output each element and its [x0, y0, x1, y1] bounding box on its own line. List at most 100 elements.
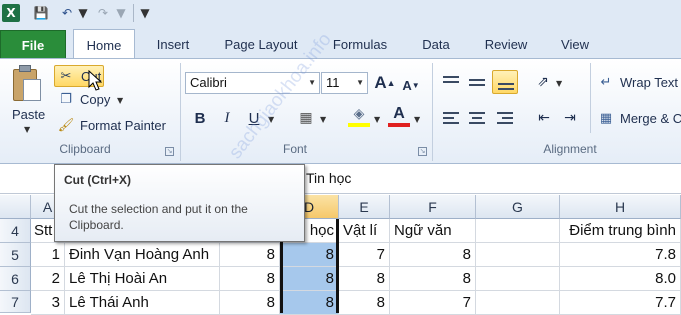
- borders-icon[interactable]: ▦: [296, 107, 316, 129]
- select-all-corner[interactable]: [0, 195, 31, 219]
- fill-color-icon[interactable]: ◈: [348, 105, 370, 127]
- wrap-text-icon[interactable]: ↵: [598, 74, 614, 90]
- formula-bar-value[interactable]: Tin học: [306, 170, 351, 186]
- excel-logo-icon[interactable]: X: [2, 4, 20, 22]
- cell-a7[interactable]: 3: [31, 291, 65, 315]
- cell-e6[interactable]: 8: [339, 267, 390, 291]
- cell-h4[interactable]: Điểm trung bình: [560, 219, 681, 243]
- paste-icon[interactable]: [11, 65, 43, 103]
- column-header-h[interactable]: H: [560, 195, 681, 219]
- align-left-icon[interactable]: [440, 107, 462, 129]
- cell-b6[interactable]: Lê Thị Hoài An: [65, 267, 220, 291]
- cell-f6[interactable]: 8: [390, 267, 476, 291]
- scissors-icon: ✂: [60, 68, 72, 84]
- font-size-select[interactable]: 11 ▼: [321, 72, 368, 94]
- customize-qat-icon[interactable]: ▼: [139, 4, 151, 22]
- qat-separator: [133, 4, 134, 22]
- copy-icon[interactable]: ❐: [58, 91, 74, 107]
- group-separator: [432, 63, 433, 161]
- cell-c6[interactable]: 8: [220, 267, 280, 291]
- bold-button[interactable]: B: [190, 107, 210, 129]
- cell-f5[interactable]: 8: [390, 243, 476, 267]
- increase-indent-icon[interactable]: ⇥: [560, 107, 580, 129]
- cell-g5[interactable]: [476, 243, 560, 267]
- group-separator: [590, 63, 591, 133]
- tab-view[interactable]: View: [552, 30, 598, 59]
- cell-b5[interactable]: Đinh Vạn Hoàng Anh: [65, 243, 220, 267]
- align-right-icon[interactable]: [494, 107, 516, 129]
- cell-e7[interactable]: 8: [339, 291, 390, 315]
- cell-g4[interactable]: [476, 219, 560, 243]
- cell-b7[interactable]: Lê Thái Anh: [65, 291, 220, 315]
- cell-a6[interactable]: 2: [31, 267, 65, 291]
- orientation-icon[interactable]: ⇗: [532, 71, 554, 93]
- tab-page-layout[interactable]: Page Layout: [216, 30, 306, 59]
- column-header-e[interactable]: E: [339, 195, 390, 219]
- undo-dropdown-icon[interactable]: ▼: [78, 4, 88, 22]
- font-name-dropdown-icon: ▼: [308, 78, 316, 87]
- cell-c5[interactable]: 8: [220, 243, 280, 267]
- merge-center-button[interactable]: Merge & C: [620, 111, 681, 126]
- redo-icon[interactable]: ↷: [96, 4, 110, 22]
- cell-f4[interactable]: Ngữ văn: [390, 219, 476, 243]
- column-header-g[interactable]: G: [476, 195, 560, 219]
- save-icon[interactable]: 💾: [32, 4, 50, 22]
- cell-a5[interactable]: 1: [31, 243, 65, 267]
- underline-dropdown-icon[interactable]: ▼: [268, 115, 274, 124]
- shrink-font-icon[interactable]: A ▼: [401, 74, 421, 96]
- cell-h6[interactable]: 8.0: [560, 267, 681, 291]
- alignment-group-label: Alignment: [543, 142, 597, 156]
- copy-dropdown-icon[interactable]: ▼: [117, 96, 123, 105]
- row-header-7[interactable]: 7: [0, 291, 31, 313]
- wrap-text-button[interactable]: Wrap Text: [620, 75, 678, 90]
- tooltip-title: Cut (Ctrl+X): [64, 173, 131, 187]
- merge-center-icon[interactable]: ▦: [598, 110, 614, 126]
- cell-e4[interactable]: Vật lí: [339, 219, 390, 243]
- row-header-5[interactable]: 5: [0, 243, 31, 267]
- tab-home[interactable]: Home: [73, 29, 135, 60]
- font-launcher-icon[interactable]: ↘: [418, 147, 427, 156]
- orientation-dropdown-icon[interactable]: ▼: [556, 79, 562, 88]
- cell-g7[interactable]: [476, 291, 560, 315]
- undo-icon[interactable]: ↶: [60, 4, 74, 22]
- format-painter-icon[interactable]: 🖌: [58, 117, 75, 133]
- font-name-select[interactable]: Calibri ▼: [185, 72, 320, 94]
- align-middle-icon[interactable]: [466, 71, 488, 93]
- decrease-indent-icon[interactable]: ⇤: [534, 107, 554, 129]
- align-center-icon[interactable]: [466, 107, 488, 129]
- clipboard-launcher-icon[interactable]: ↘: [165, 147, 174, 156]
- tab-data[interactable]: Data: [414, 30, 458, 59]
- group-separator: [180, 63, 181, 161]
- row-header-6[interactable]: 6: [0, 267, 31, 291]
- tooltip-body: Cut the selection and put it on the Clip…: [69, 202, 248, 232]
- quick-access-toolbar: X 💾 ↶ ▼ ↷ ▼ ▼: [0, 0, 681, 27]
- tab-insert[interactable]: Insert: [148, 30, 198, 59]
- copy-button[interactable]: Copy: [80, 92, 110, 107]
- font-group-label: Font: [282, 142, 307, 156]
- grow-font-icon[interactable]: A ▲: [374, 72, 396, 94]
- paste-dropdown-icon[interactable]: ▼: [24, 125, 30, 134]
- tab-review[interactable]: Review: [476, 30, 536, 59]
- cell-g6[interactable]: [476, 267, 560, 291]
- italic-button[interactable]: I: [218, 107, 236, 129]
- paste-button-label[interactable]: Paste: [12, 107, 45, 122]
- cell-h7[interactable]: 7.7: [560, 291, 681, 315]
- format-painter-button[interactable]: Format Painter: [80, 118, 166, 133]
- fill-color-dropdown-icon[interactable]: ▼: [374, 115, 380, 124]
- redo-dropdown-icon[interactable]: ▼: [116, 4, 126, 22]
- cell-f7[interactable]: 7: [390, 291, 476, 315]
- underline-button[interactable]: U: [245, 107, 263, 129]
- align-top-icon[interactable]: [440, 71, 462, 93]
- font-color-dropdown-icon[interactable]: ▼: [414, 115, 420, 124]
- tab-file[interactable]: File: [0, 30, 66, 59]
- tab-formulas[interactable]: Formulas: [325, 30, 395, 59]
- borders-dropdown-icon[interactable]: ▼: [320, 115, 326, 124]
- cell-e5[interactable]: 7: [339, 243, 390, 267]
- cell-c7[interactable]: 8: [220, 291, 280, 315]
- align-bottom-icon[interactable]: [492, 70, 518, 94]
- font-size-value: 11: [326, 75, 340, 90]
- font-color-icon[interactable]: A: [388, 105, 410, 127]
- row-header-4[interactable]: 4: [0, 219, 31, 243]
- cell-h5[interactable]: 7.8: [560, 243, 681, 267]
- column-header-f[interactable]: F: [390, 195, 476, 219]
